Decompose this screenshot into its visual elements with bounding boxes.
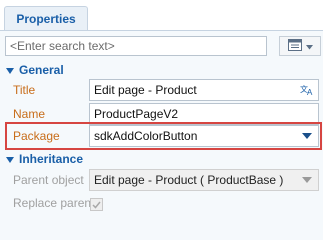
prop-parent-object-label: Parent object <box>13 173 84 187</box>
search-row <box>5 36 321 58</box>
prop-name-label: Name <box>13 107 46 121</box>
prop-replace-parent-label: Replace parent <box>13 196 95 210</box>
prop-name-value: ProductPageV2 <box>94 107 179 121</box>
localize-icon[interactable]: 文 A <box>296 80 318 100</box>
prop-title-value: Edit page - Product <box>94 83 197 97</box>
prop-parent-object-value: Edit page - Product ( ProductBase ) <box>94 173 284 187</box>
tab-properties[interactable]: Properties <box>4 6 88 31</box>
search-input[interactable] <box>5 36 267 56</box>
tab-bar: Properties <box>0 0 323 31</box>
chevron-down-icon <box>305 39 313 53</box>
svg-text:A: A <box>307 88 313 96</box>
dropdown-arrow-icon <box>296 170 318 190</box>
replace-parent-checkbox <box>90 198 103 211</box>
prop-package-value: sdkAddColorButton <box>94 129 198 143</box>
prop-parent-object-select: Edit page - Product ( ProductBase ) <box>89 169 319 191</box>
tab-properties-label: Properties <box>16 12 76 26</box>
checkmark-icon <box>92 198 101 212</box>
group-inheritance-header[interactable]: Inheritance <box>0 151 323 167</box>
collapse-triangle-icon <box>6 63 14 77</box>
prop-package-select[interactable]: sdkAddColorButton <box>89 125 319 147</box>
collapse-triangle-icon <box>6 152 14 166</box>
group-general-header[interactable]: General <box>0 62 323 78</box>
prop-title-label: Title <box>13 83 36 97</box>
dropdown-arrow-icon[interactable] <box>296 126 318 146</box>
view-menu-button[interactable] <box>279 36 321 56</box>
prop-package-label: Package <box>13 129 60 143</box>
group-general-label: General <box>19 63 64 77</box>
properties-panel: General Title Edit page - Product 文 A Na… <box>0 30 323 240</box>
list-icon <box>287 38 302 54</box>
group-inheritance-label: Inheritance <box>19 152 84 166</box>
prop-title-field[interactable]: Edit page - Product 文 A <box>89 79 319 101</box>
